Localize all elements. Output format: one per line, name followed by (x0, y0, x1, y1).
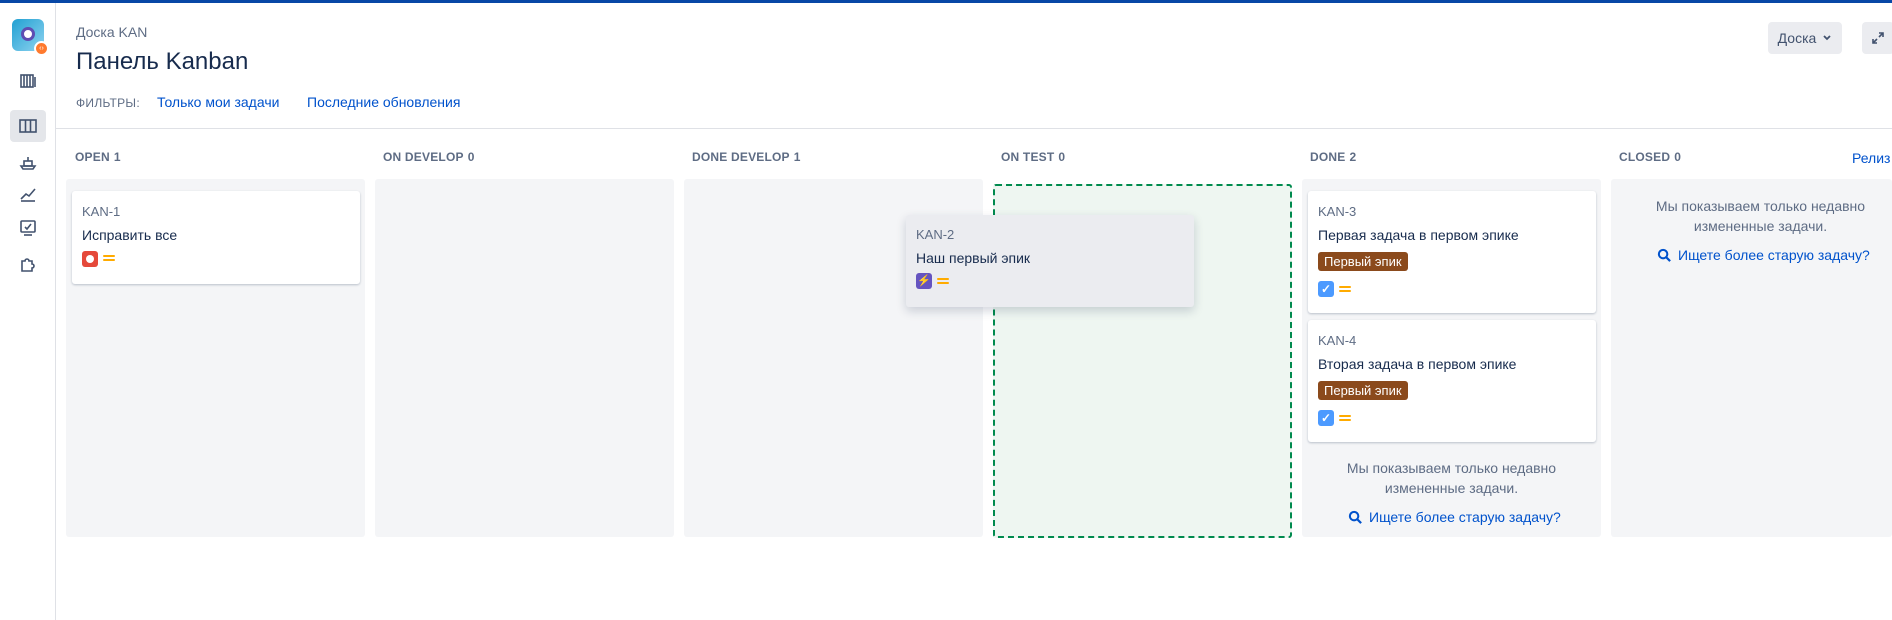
filter-only-my-issues[interactable]: Только мои задачи (157, 94, 279, 110)
expand-icon (1872, 32, 1884, 44)
board-dropdown-button[interactable]: Доска (1768, 22, 1842, 54)
recent-issues-note: Мы показываем только недавно измененные … (1346, 460, 1557, 496)
release-link[interactable]: Релиз (1852, 150, 1890, 166)
column-header-open: OPEN 1 (75, 150, 121, 164)
priority-medium-icon (937, 276, 949, 286)
card-summary: Наш первый эпик (916, 250, 1031, 266)
top-accent-bar (0, 0, 1892, 3)
card-summary: Первая задача в первом эпике (1318, 227, 1519, 243)
code-badge-icon: ‹› (34, 41, 49, 56)
app-logo-icon[interactable]: ‹› (12, 19, 49, 56)
breadcrumb[interactable]: Доска KAN (76, 24, 147, 40)
card-summary: Вторая задача в первом эпике (1318, 356, 1517, 372)
column-header-closed: CLOSED 0 (1619, 150, 1682, 164)
older-issue-link-closed[interactable]: Ищете более старую задачу? (1657, 247, 1870, 263)
card-kan-2-dragging[interactable]: KAN-2 Наш первый эпик ⚡ (906, 215, 1194, 307)
board-button-label: Доска (1777, 30, 1817, 46)
card-key: KAN-2 (916, 227, 955, 242)
column-header-done: DONE 2 (1310, 150, 1357, 164)
column-header-on-test: ON TEST 0 (1001, 150, 1066, 164)
backlog-icon[interactable] (10, 65, 46, 97)
card-summary: Исправить все (82, 227, 178, 243)
chevron-down-icon (1823, 35, 1831, 41)
page-title: Панель Kanban (76, 48, 249, 75)
releases-icon[interactable] (10, 146, 46, 178)
priority-medium-icon (1339, 413, 1351, 423)
filter-recently-updated[interactable]: Последние обновления (307, 94, 460, 110)
card-kan-3[interactable]: KAN-3 Первая задача в первом эпике Первы… (1308, 191, 1596, 313)
card-key: KAN-4 (1318, 333, 1357, 348)
card-kan-4[interactable]: KAN-4 Вторая задача в первом эпике Первы… (1308, 320, 1596, 442)
bug-icon (82, 251, 98, 267)
card-key: KAN-1 (82, 204, 121, 219)
recent-issues-note-closed: Мы показываем только недавно измененные … (1655, 198, 1866, 234)
card-kan-1[interactable]: KAN-1 Исправить все (72, 191, 360, 284)
epic-label[interactable]: Первый эпик (1318, 252, 1408, 271)
card-key: KAN-3 (1318, 204, 1357, 219)
issues-icon[interactable] (10, 212, 46, 244)
task-checkbox-icon: ✓ (1318, 281, 1334, 297)
priority-medium-icon (103, 253, 115, 263)
column-on-develop (375, 179, 674, 537)
addons-icon[interactable] (10, 248, 46, 280)
search-icon (1348, 510, 1362, 524)
column-header-done-develop: DONE DEVELOP 1 (692, 150, 801, 164)
column-header-on-develop: ON DEVELOP 0 (383, 150, 475, 164)
epic-label[interactable]: Первый эпик (1318, 381, 1408, 400)
search-icon (1657, 248, 1671, 262)
expand-button[interactable] (1862, 22, 1892, 54)
epic-icon: ⚡ (916, 273, 932, 289)
task-checkbox-icon: ✓ (1318, 410, 1334, 426)
reports-icon[interactable] (10, 178, 46, 210)
header-divider (56, 128, 1892, 129)
older-issue-link[interactable]: Ищете более старую задачу? (1348, 509, 1561, 525)
priority-medium-icon (1339, 284, 1351, 294)
filters-label: ФИЛЬТРЫ: (76, 96, 140, 110)
board-icon[interactable] (10, 110, 46, 142)
sidebar-nav: ‹› (0, 3, 56, 620)
